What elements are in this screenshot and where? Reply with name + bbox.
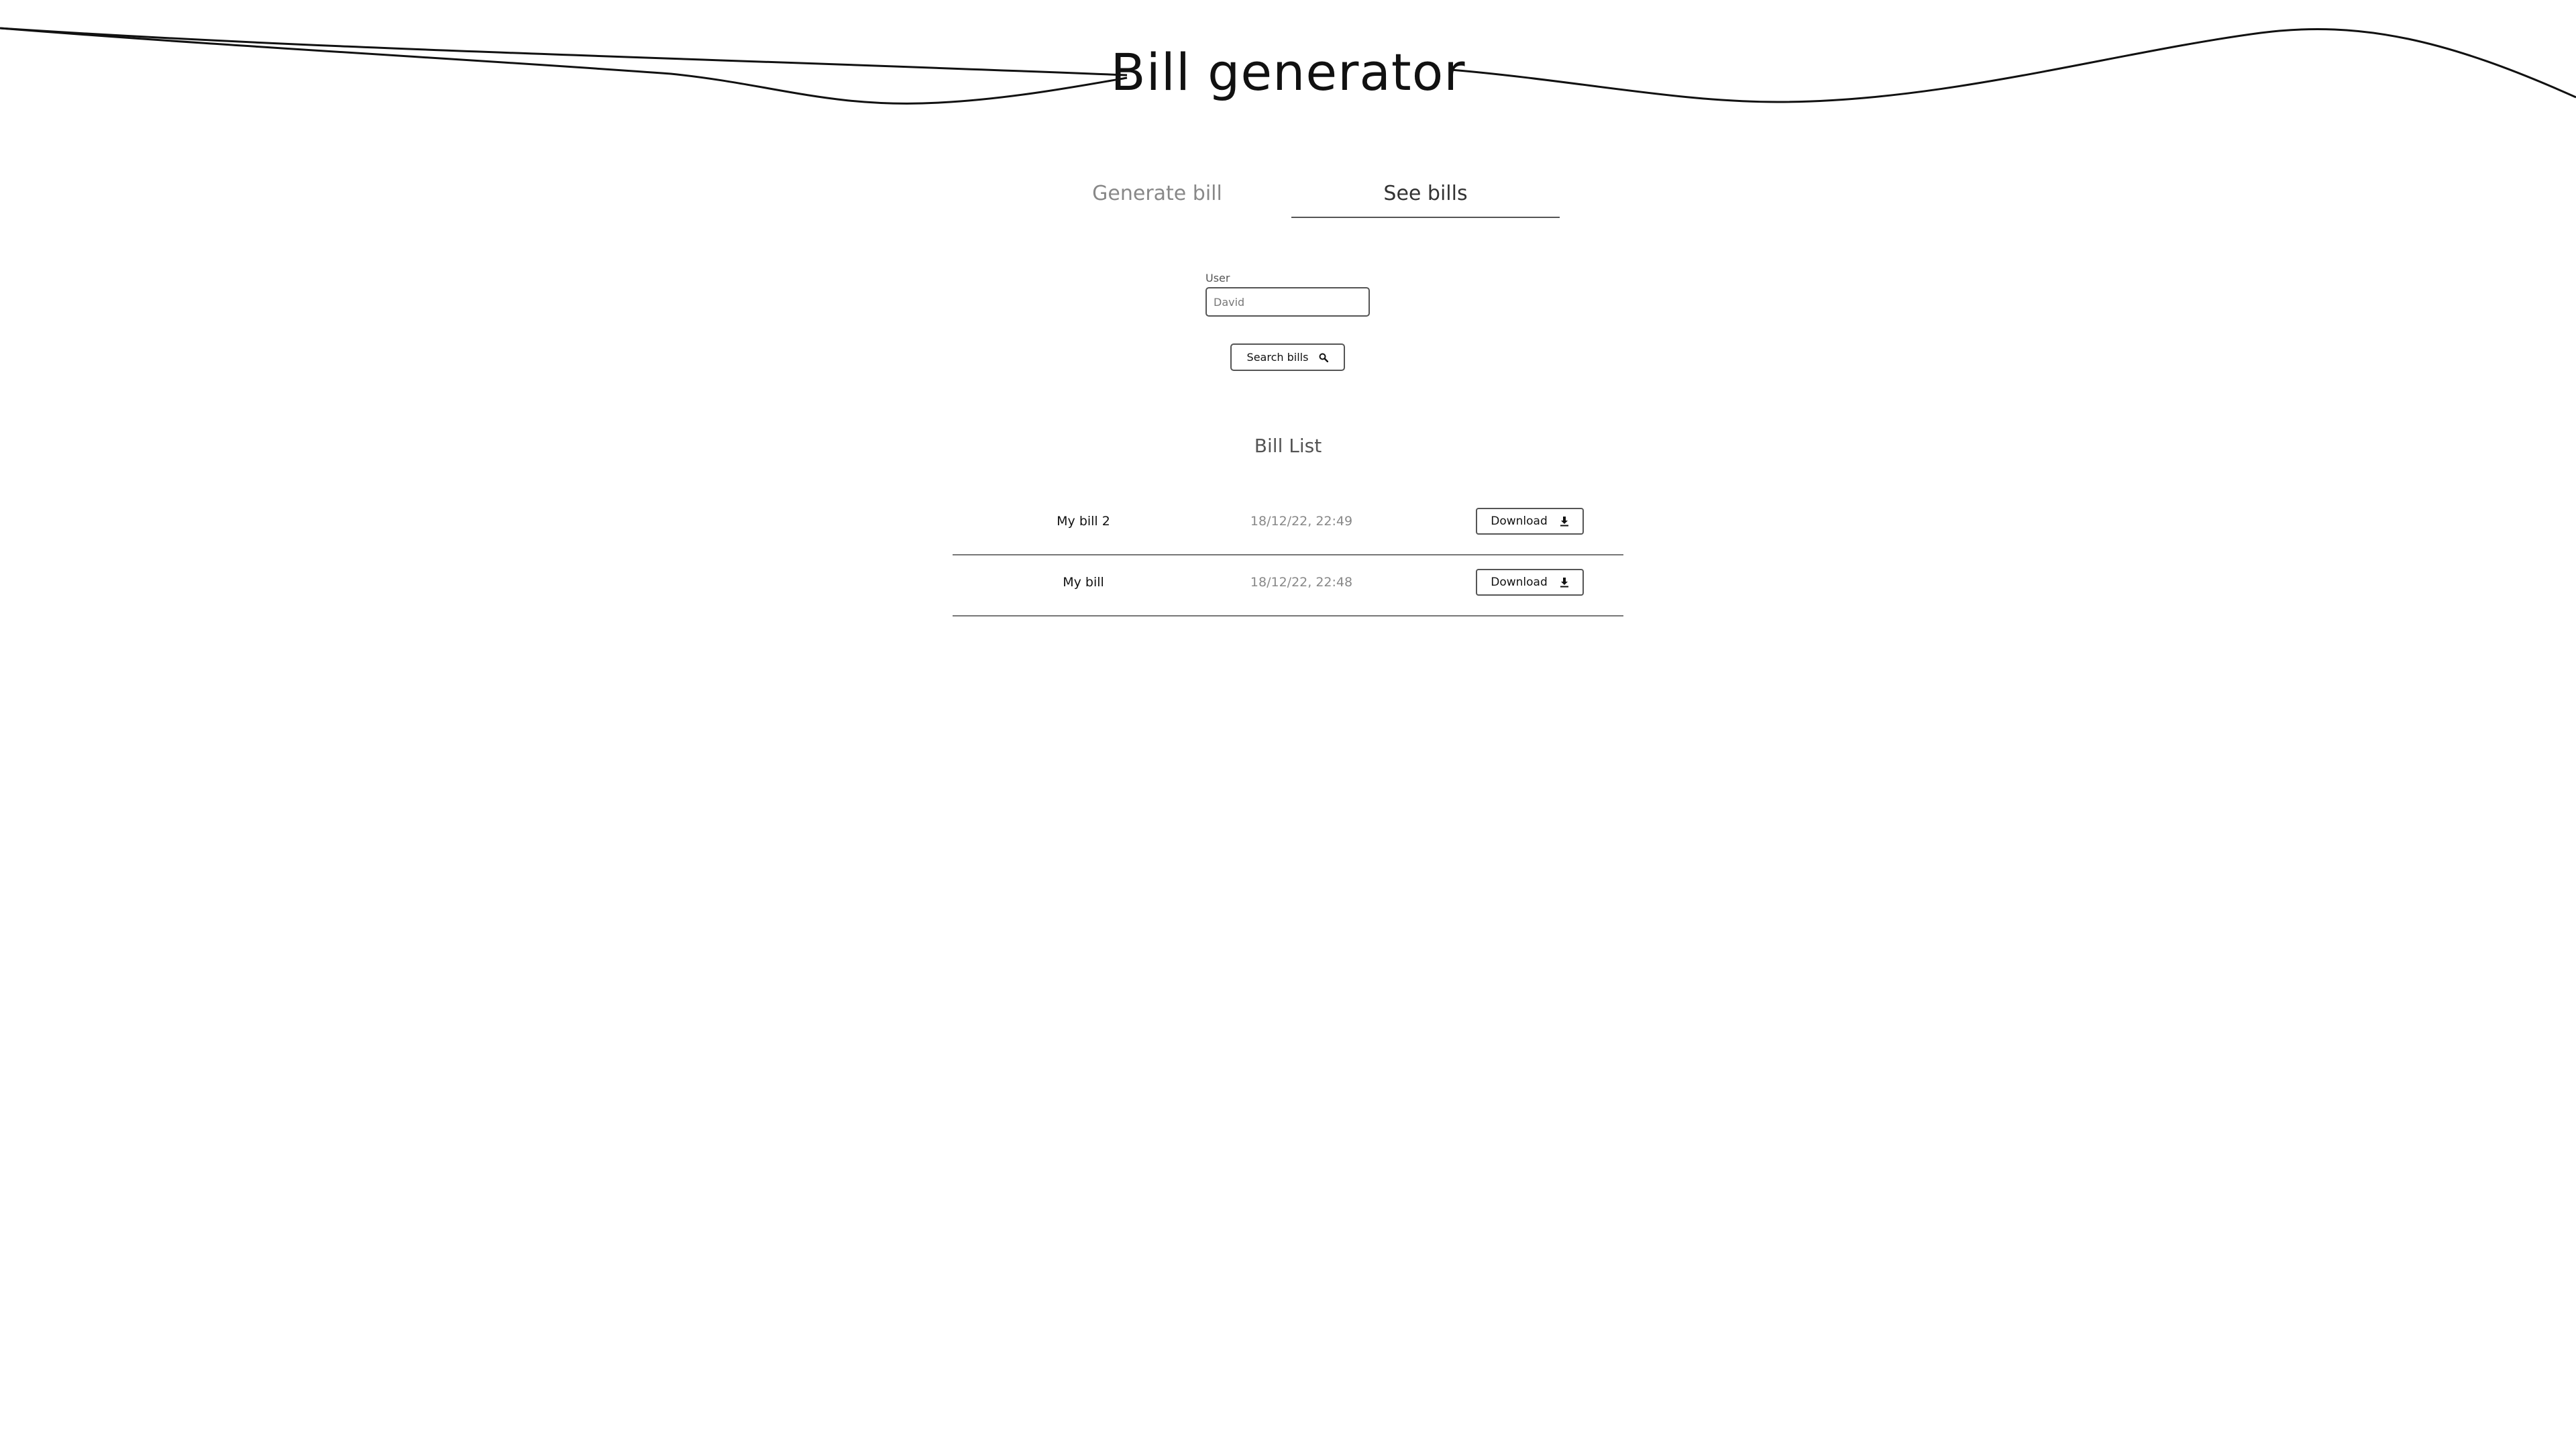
bill-name: My bill [1063, 575, 1104, 590]
bill-date: 18/12/22, 22:48 [1250, 575, 1353, 590]
tab-see-bills[interactable]: See bills [1291, 171, 1560, 218]
search-bills-label: Search bills [1246, 351, 1309, 364]
search-bills-button[interactable]: Search bills [1230, 343, 1345, 371]
download-button[interactable]: Download [1476, 569, 1584, 596]
download-label: Download [1491, 576, 1548, 589]
page-title: Bill generator [1110, 42, 1466, 102]
tab-bar: Generate bill See bills [1023, 171, 1560, 218]
tab-generate-bill[interactable]: Generate bill [1023, 171, 1291, 218]
download-icon [1560, 577, 1569, 588]
search-icon [1319, 353, 1329, 362]
download-label: Download [1491, 515, 1548, 528]
user-field-label: User [1205, 272, 1230, 284]
download-icon [1560, 516, 1569, 527]
user-input[interactable] [1205, 287, 1370, 317]
bill-row: My bill 2 18/12/22, 22:49 Download [953, 494, 1623, 555]
bill-name: My bill 2 [1057, 514, 1110, 529]
bill-row: My bill 18/12/22, 22:48 Download [953, 555, 1623, 616]
bill-list-title: Bill List [1254, 435, 1322, 457]
download-button[interactable]: Download [1476, 508, 1584, 535]
bill-list: My bill 2 18/12/22, 22:49 Download My bi… [953, 494, 1623, 616]
bill-date: 18/12/22, 22:49 [1250, 514, 1353, 529]
app: Bill generator Generate bill See bills U… [0, 0, 2576, 1449]
